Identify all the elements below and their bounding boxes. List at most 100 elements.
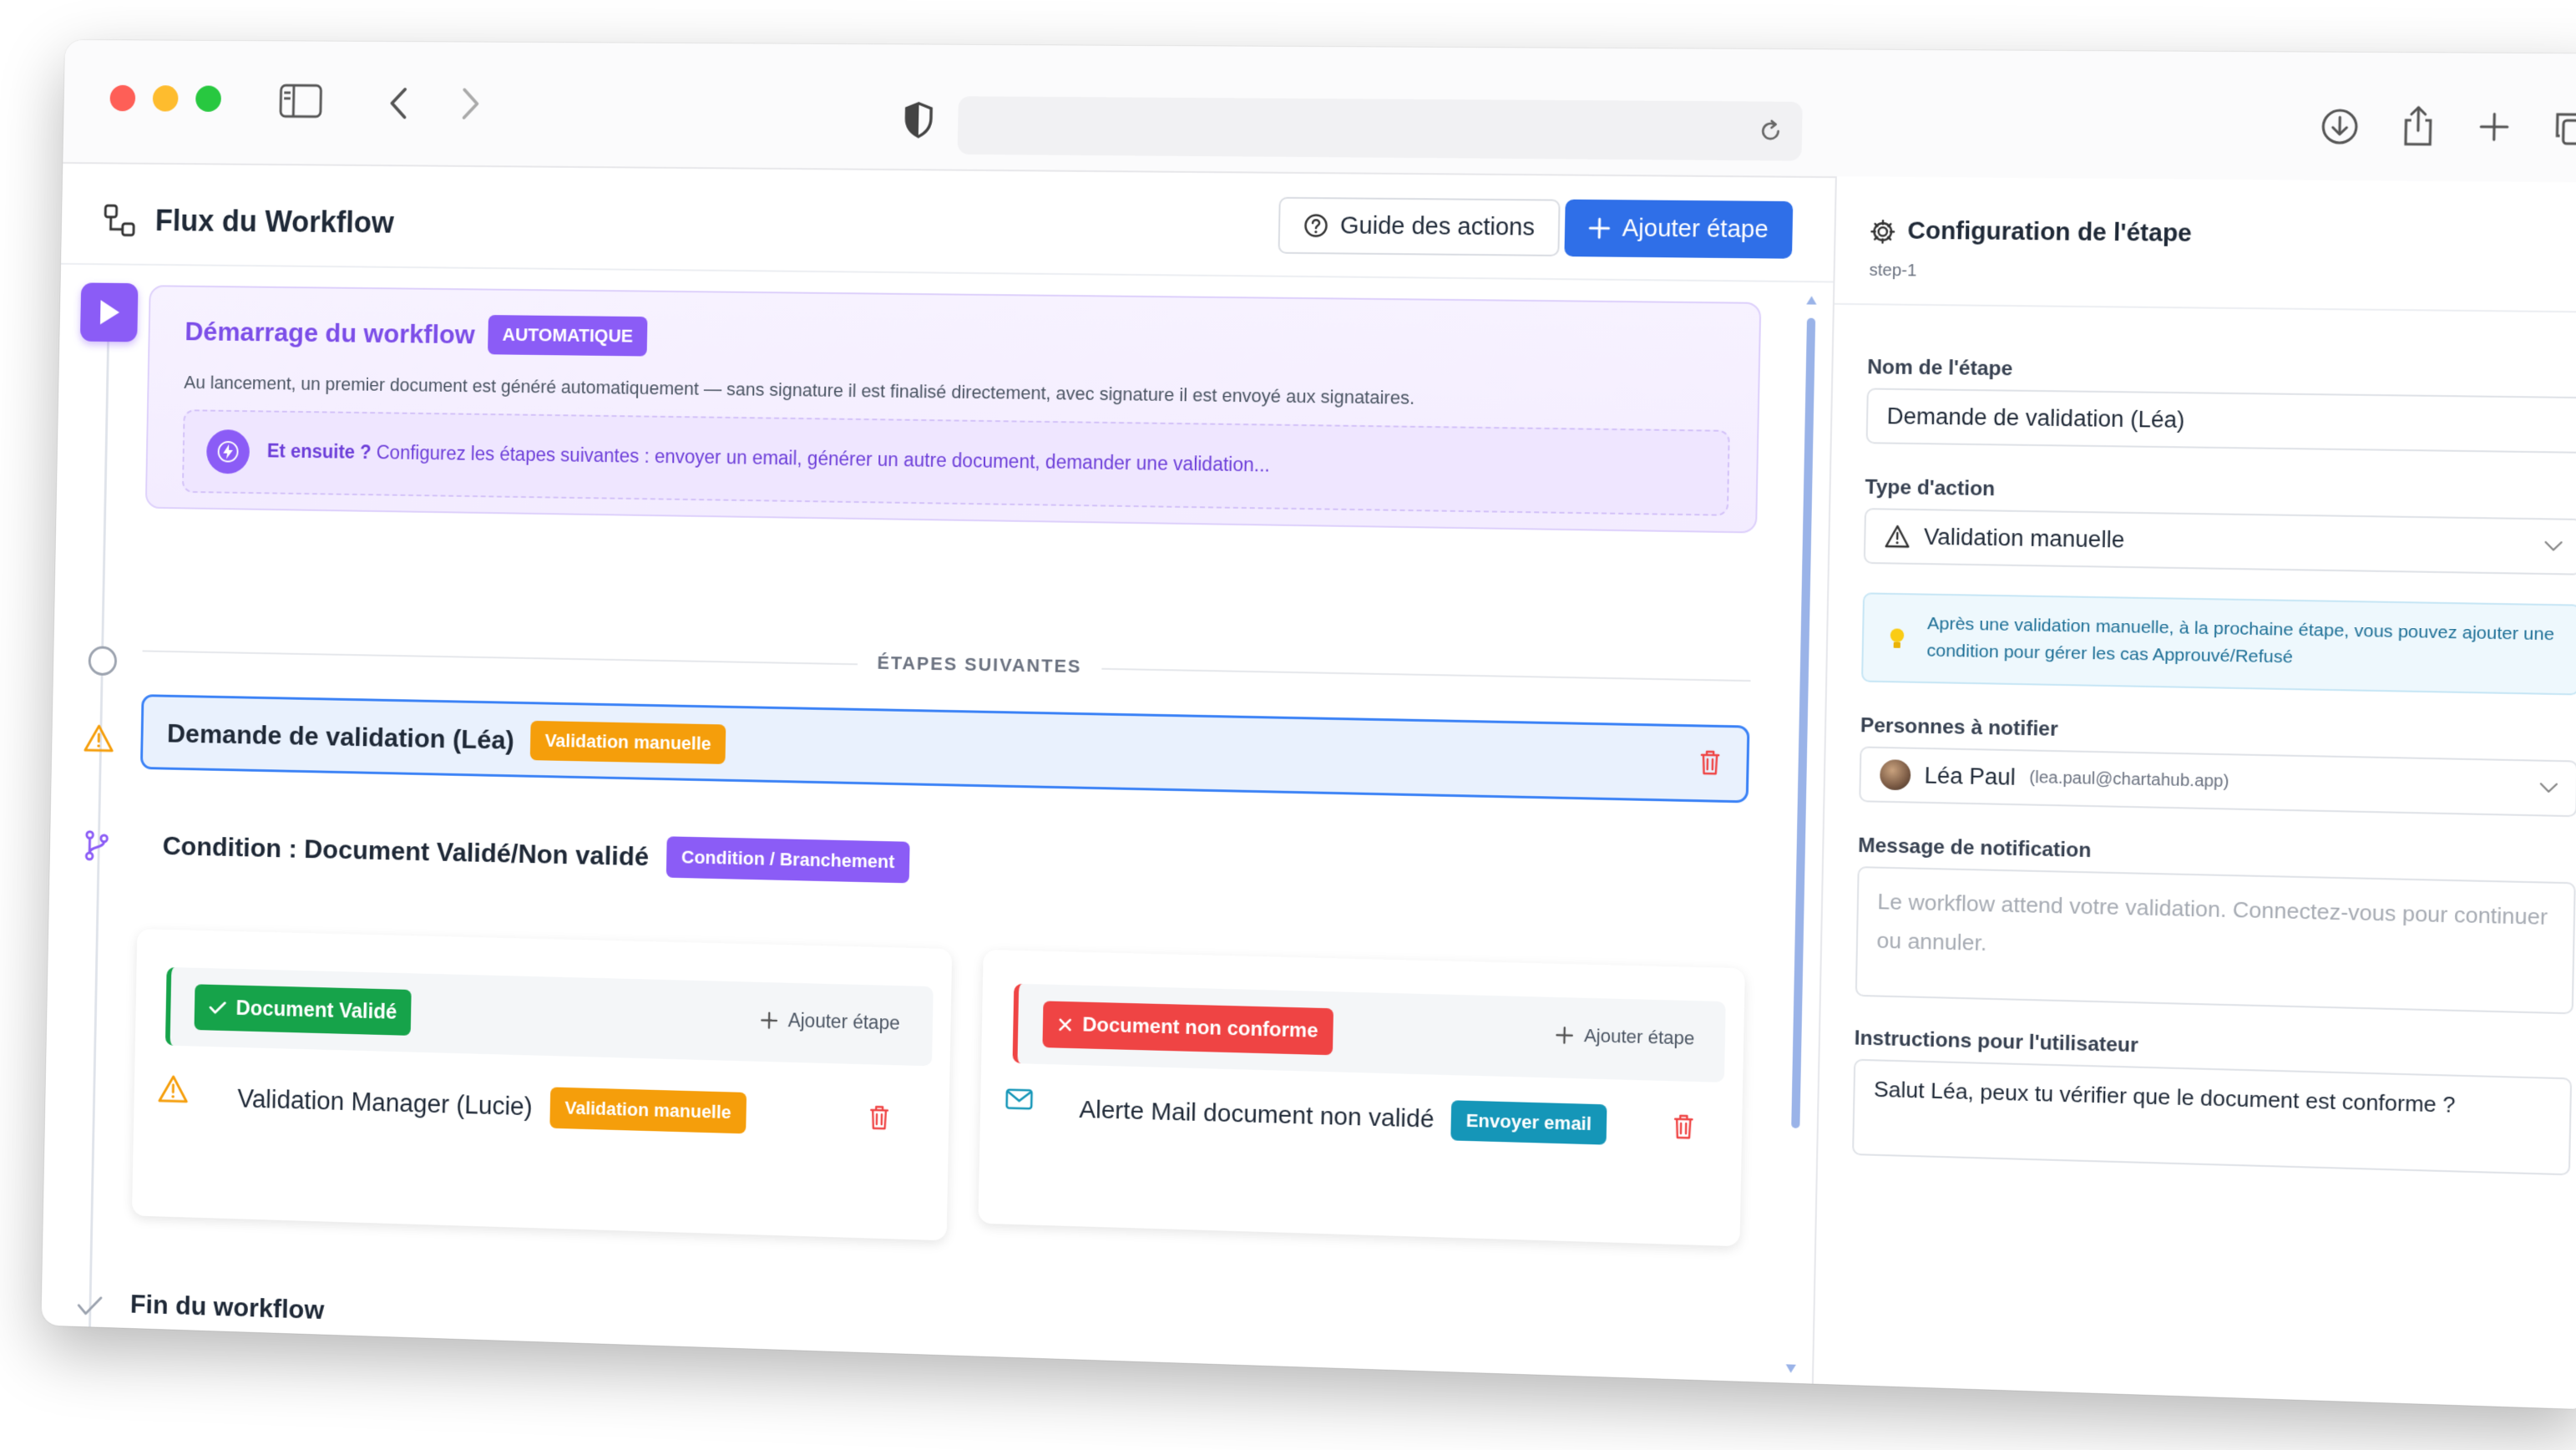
reload-icon[interactable] xyxy=(1756,117,1785,146)
scroll-up-icon[interactable] xyxy=(1805,294,1818,306)
validated-badge: Document Validé xyxy=(194,984,412,1036)
message-label: Message de notification xyxy=(1857,834,2092,863)
email-step-row[interactable]: Alerte Mail document non validé Envoyer … xyxy=(1079,1090,1607,1145)
play-icon xyxy=(79,282,139,342)
minimize-window-button[interactable] xyxy=(152,85,179,112)
forward-icon[interactable] xyxy=(454,84,487,124)
timeline-node-icon xyxy=(88,646,118,677)
browser-window: Flux du Workflow Guide des actions Ajout… xyxy=(41,39,2576,1410)
validated-label: Document Validé xyxy=(235,996,397,1024)
help-icon xyxy=(1303,213,1329,238)
hint-bold: Et ensuite ? xyxy=(266,439,372,464)
branch-rejected-header: Document non conforme Ajouter étape xyxy=(1012,983,1726,1082)
rejected-badge: Document non conforme xyxy=(1042,1001,1334,1056)
avatar xyxy=(1880,759,1911,791)
add-step-button[interactable]: Ajouter étape xyxy=(1564,199,1793,259)
config-title: Configuration de l'étape xyxy=(1907,217,2193,248)
close-window-button[interactable] xyxy=(109,84,136,112)
gear-icon xyxy=(1870,219,1895,245)
warning-icon xyxy=(158,1075,189,1108)
close-icon xyxy=(1058,1017,1073,1032)
trash-icon[interactable] xyxy=(1698,749,1721,781)
notify-email: (lea.paul@chartahub.app) xyxy=(2029,768,2229,791)
config-divider xyxy=(1834,302,2576,313)
step-type-badge: Validation manuelle xyxy=(529,720,726,764)
config-header: Configuration de l'étape xyxy=(1870,217,2192,248)
branch-validated-card: Document Validé Ajouter étape Validation… xyxy=(131,929,953,1241)
chevron-down-icon xyxy=(2539,782,2558,794)
start-description: Au lancement, un premier document est gé… xyxy=(184,372,1415,408)
check-icon xyxy=(76,1294,104,1321)
type-label: Type d'action xyxy=(1865,475,1996,501)
guide-button-label: Guide des actions xyxy=(1339,211,1536,241)
warning-icon xyxy=(1885,525,1910,549)
trash-icon[interactable] xyxy=(868,1104,890,1135)
divider-label: ÉTAPES SUIVANTES xyxy=(857,651,1102,678)
add-step-rejected-button[interactable]: Ajouter étape xyxy=(1555,1024,1695,1050)
start-title: Démarrage du workflow xyxy=(185,316,476,349)
new-tab-icon[interactable] xyxy=(2475,108,2514,145)
add-step-button-label: Ajouter étape xyxy=(1622,214,1769,243)
add-step-validated-label: Ajouter étape xyxy=(787,1009,900,1034)
action-type-select[interactable]: Validation manuelle xyxy=(1863,508,2576,575)
condition-badge: Condition / Branchement xyxy=(666,836,910,884)
lightbulb-icon xyxy=(1890,628,1905,648)
trash-icon[interactable] xyxy=(1673,1113,1695,1145)
workflow-header: Flux du Workflow Guide des actions Ajout… xyxy=(60,161,1835,283)
branch-validated-header: Document Validé Ajouter étape xyxy=(164,966,934,1067)
step-name-value: Demande de validation (Léa) xyxy=(1886,403,2185,433)
automatic-badge: AUTOMATIQUE xyxy=(487,315,648,357)
zoom-window-button[interactable] xyxy=(195,85,222,112)
lightning-icon xyxy=(205,429,251,474)
download-icon[interactable] xyxy=(2318,105,2362,148)
tab-overview-icon[interactable] xyxy=(2549,107,2576,150)
workflow-icon xyxy=(103,203,137,241)
message-placeholder: Le workflow attend votre validation. Con… xyxy=(1876,888,2548,956)
add-step-rejected-label: Ajouter étape xyxy=(1583,1025,1695,1049)
browser-toolbar xyxy=(63,39,2576,185)
step-title: Demande de validation (Léa) xyxy=(166,717,515,755)
chevron-down-icon xyxy=(2543,540,2563,553)
sub-step-badge: Validation manuelle xyxy=(549,1087,746,1134)
tip-text: Après une validation manuelle, à la proc… xyxy=(1926,613,2555,667)
sidebar-toggle-icon[interactable] xyxy=(276,80,325,121)
start-hint: Et ensuite ? Configurez les étapes suiva… xyxy=(181,409,1730,516)
shield-icon[interactable] xyxy=(900,99,937,141)
notify-select[interactable]: Léa Paul (lea.paul@chartahub.app) xyxy=(1859,746,2576,818)
notification-message-textarea[interactable]: Le workflow attend votre validation. Con… xyxy=(1855,866,2576,1015)
branch-icon xyxy=(83,830,110,866)
scrollbar-thumb[interactable] xyxy=(1791,317,1816,1128)
workflow-panel: Flux du Workflow Guide des actions Ajout… xyxy=(41,161,1835,1384)
check-icon xyxy=(209,1000,226,1015)
sub-step-title: Validation Manager (Lucie) xyxy=(237,1083,534,1122)
action-type-value: Validation manuelle xyxy=(1923,523,2125,553)
email-step-badge: Envoyer email xyxy=(1450,1100,1607,1145)
branch-rejected-card: Document non conforme Ajouter étape Aler… xyxy=(978,949,1745,1247)
add-step-validated-button[interactable]: Ajouter étape xyxy=(760,1009,900,1035)
step-id: step-1 xyxy=(1869,261,1917,281)
mail-icon xyxy=(1005,1088,1033,1115)
app-content: Flux du Workflow Guide des actions Ajout… xyxy=(41,161,2576,1410)
share-icon[interactable] xyxy=(2396,102,2440,150)
name-label: Nom de l'étape xyxy=(1867,355,2013,381)
sub-step-row[interactable]: Validation Manager (Lucie) Validation ma… xyxy=(237,1078,746,1134)
plus-icon xyxy=(760,1011,778,1029)
plus-icon xyxy=(1555,1026,1574,1045)
step-card-selected[interactable]: Demande de validation (Léa) Validation m… xyxy=(139,694,1750,804)
email-step-title: Alerte Mail document non validé xyxy=(1079,1096,1435,1133)
scroll-down-icon[interactable] xyxy=(1784,1362,1797,1375)
step-name-input[interactable]: Demande de validation (Léa) xyxy=(1865,388,2576,454)
instructions-textarea[interactable]: Salut Léa, peux tu vérifier que le docum… xyxy=(1852,1058,2573,1176)
guide-button[interactable]: Guide des actions xyxy=(1278,196,1561,257)
condition-row[interactable]: Condition : Document Validé/Non validé C… xyxy=(162,825,910,884)
start-card: Démarrage du workflow AUTOMATIQUE Au lan… xyxy=(144,285,1762,534)
notify-label: Personnes à notifier xyxy=(1860,714,2058,741)
page-title: Flux du Workflow xyxy=(154,203,395,240)
address-bar[interactable] xyxy=(957,96,1803,161)
hint-text: Configurez les étapes suivantes : envoye… xyxy=(376,441,1271,476)
scrollbar[interactable] xyxy=(1784,294,1817,1375)
notify-name: Léa Paul xyxy=(1924,762,2017,790)
rejected-label: Document non conforme xyxy=(1082,1013,1318,1042)
back-icon[interactable] xyxy=(382,83,414,124)
config-panel: Configuration de l'étape step-1 Nom de l… xyxy=(1811,176,2576,1410)
